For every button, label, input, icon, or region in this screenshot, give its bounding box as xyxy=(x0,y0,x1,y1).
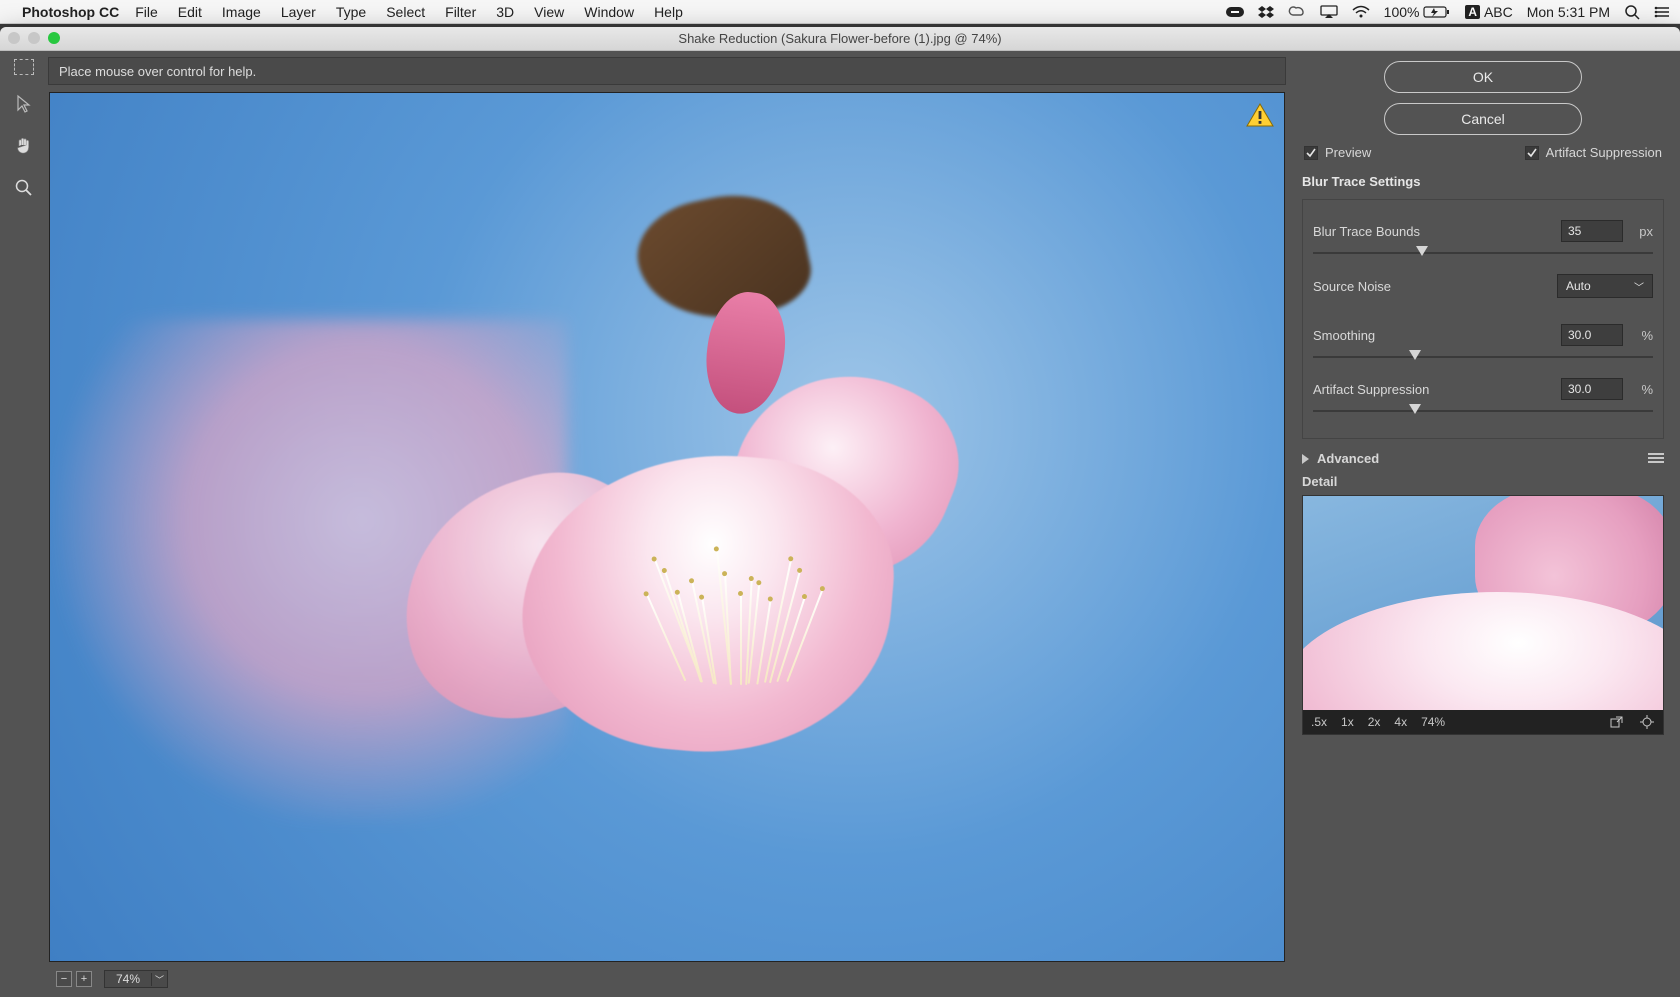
preview-checkbox[interactable]: Preview xyxy=(1304,145,1371,160)
artifact-suppression-checkbox-label: Artifact Suppression xyxy=(1546,145,1662,160)
settings-panel: OK Cancel Preview Artifact Suppression B… xyxy=(1290,51,1680,997)
ok-button[interactable]: OK xyxy=(1384,61,1582,93)
detail-zoom-current: 74% xyxy=(1421,715,1445,729)
artifact-suppression-checkbox[interactable]: Artifact Suppression xyxy=(1525,145,1662,160)
zoom-out-button[interactable]: − xyxy=(56,971,72,987)
menu-type[interactable]: Type xyxy=(336,4,366,20)
warning-icon xyxy=(1246,103,1274,127)
artifact-suppression-unit: % xyxy=(1629,382,1653,397)
blur-trace-bounds-input[interactable] xyxy=(1561,220,1623,242)
detail-zoom-1x[interactable]: 1x xyxy=(1341,715,1354,729)
dialog-title: Shake Reduction (Sakura Flower-before (1… xyxy=(678,31,1001,46)
blur-trace-settings-title: Blur Trace Settings xyxy=(1302,174,1664,189)
dialog-titlebar: Shake Reduction (Sakura Flower-before (1… xyxy=(0,27,1680,51)
macos-menubar: Photoshop CC File Edit Image Layer Type … xyxy=(0,0,1680,24)
blur-trace-settings-panel: Blur Trace Bounds px Source Noise Auto﹀ … xyxy=(1302,199,1664,439)
detail-zoom-0_5x[interactable]: .5x xyxy=(1311,715,1327,729)
artifact-suppression-slider[interactable] xyxy=(1313,404,1653,418)
source-noise-select[interactable]: Auto﹀ xyxy=(1557,274,1653,298)
direct-select-tool-icon[interactable] xyxy=(11,91,37,117)
menu-view[interactable]: View xyxy=(534,4,564,20)
blur-trace-bounds-slider[interactable] xyxy=(1313,246,1653,260)
wifi-icon[interactable] xyxy=(1352,5,1370,19)
detail-zoom-2x[interactable]: 2x xyxy=(1368,715,1381,729)
window-controls xyxy=(8,32,60,44)
menu-help[interactable]: Help xyxy=(654,4,683,20)
detail-panel: .5x 1x 2x 4x 74% xyxy=(1302,495,1664,735)
blur-trace-bounds-unit: px xyxy=(1629,224,1653,239)
clock[interactable]: Mon 5:31 PM xyxy=(1527,4,1610,20)
panel-menu-icon[interactable] xyxy=(1648,453,1664,465)
cc-sync-icon[interactable] xyxy=(1288,5,1306,19)
dnd-icon[interactable] xyxy=(1226,5,1244,19)
undock-loupe-icon[interactable] xyxy=(1609,714,1625,730)
zoom-tool-icon[interactable] xyxy=(11,175,37,201)
smoothing-input[interactable] xyxy=(1561,324,1623,346)
target-icon[interactable] xyxy=(1639,714,1655,730)
zoom-bar: − + 74%﹀ xyxy=(48,967,1286,991)
smoothing-slider[interactable] xyxy=(1313,350,1653,364)
smoothing-unit: % xyxy=(1629,328,1653,343)
advanced-toggle[interactable]: Advanced xyxy=(1302,451,1379,466)
zoom-level-select[interactable]: 74%﹀ xyxy=(104,970,168,988)
window-minimize-icon[interactable] xyxy=(28,32,40,44)
artifact-suppression-label: Artifact Suppression xyxy=(1313,382,1561,397)
preview-canvas[interactable] xyxy=(49,92,1285,962)
menu-file[interactable]: File xyxy=(135,4,158,20)
toolstrip xyxy=(0,51,48,997)
battery-status[interactable]: 100% xyxy=(1384,4,1452,20)
detail-zoom-4x[interactable]: 4x xyxy=(1394,715,1407,729)
window-zoom-icon[interactable] xyxy=(48,32,60,44)
smoothing-label: Smoothing xyxy=(1313,328,1561,343)
menu-window[interactable]: Window xyxy=(584,4,634,20)
marquee-tool-icon[interactable] xyxy=(14,59,34,75)
hand-tool-icon[interactable] xyxy=(11,133,37,159)
detail-title: Detail xyxy=(1302,474,1664,489)
hint-bar: Place mouse over control for help. xyxy=(48,57,1286,85)
menu-extras-icon[interactable] xyxy=(1654,5,1670,19)
preview-area: Place mouse over control for help. xyxy=(48,51,1290,997)
menu-select[interactable]: Select xyxy=(386,4,425,20)
detail-loupe[interactable] xyxy=(1303,496,1663,710)
hint-text: Place mouse over control for help. xyxy=(59,64,256,79)
menu-3d[interactable]: 3D xyxy=(496,4,514,20)
spotlight-icon[interactable] xyxy=(1624,4,1640,20)
dropbox-icon[interactable] xyxy=(1258,5,1274,19)
blur-trace-bounds-label: Blur Trace Bounds xyxy=(1313,224,1561,239)
menu-filter[interactable]: Filter xyxy=(445,4,476,20)
menu-layer[interactable]: Layer xyxy=(281,4,316,20)
window-close-icon[interactable] xyxy=(8,32,20,44)
input-source[interactable]: A ABC xyxy=(1465,4,1512,20)
cancel-button[interactable]: Cancel xyxy=(1384,103,1582,135)
preview-checkbox-label: Preview xyxy=(1325,145,1371,160)
zoom-in-button[interactable]: + xyxy=(76,971,92,987)
menu-image[interactable]: Image xyxy=(222,4,261,20)
airplay-icon[interactable] xyxy=(1320,5,1338,19)
artifact-suppression-input[interactable] xyxy=(1561,378,1623,400)
app-name[interactable]: Photoshop CC xyxy=(22,4,119,20)
source-noise-label: Source Noise xyxy=(1313,279,1557,294)
disclosure-triangle-icon xyxy=(1302,454,1309,464)
shake-reduction-dialog: Shake Reduction (Sakura Flower-before (1… xyxy=(0,27,1680,997)
menu-edit[interactable]: Edit xyxy=(178,4,202,20)
